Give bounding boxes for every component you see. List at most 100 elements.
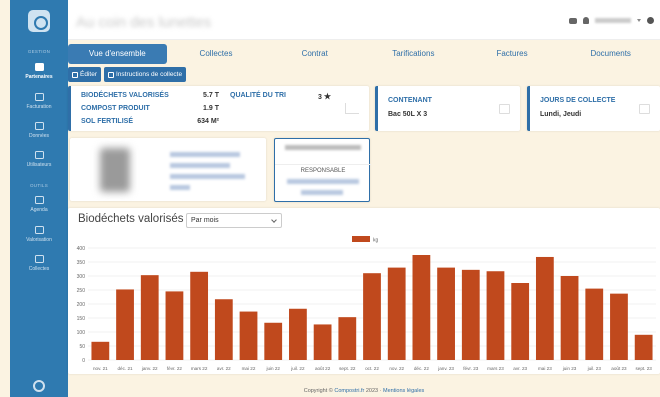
bar bbox=[214, 299, 233, 360]
bar bbox=[116, 289, 134, 360]
truck-icon bbox=[34, 226, 44, 234]
calendar-icon bbox=[34, 196, 44, 204]
tab-documents[interactable]: Documents bbox=[561, 44, 660, 64]
sidebar-item-label: Valorisation bbox=[26, 237, 52, 243]
x-tick-label: févr. 23 bbox=[463, 366, 479, 371]
bar bbox=[486, 271, 505, 360]
chevron-down-icon bbox=[271, 217, 277, 223]
tab-factures[interactable]: Factures bbox=[463, 44, 562, 64]
line-chart-icon bbox=[345, 103, 359, 114]
instructions-button-label: Instructions de collecte bbox=[115, 71, 183, 78]
tab-overview[interactable]: Vue d'ensemble bbox=[68, 44, 167, 64]
partner-avatar bbox=[100, 148, 130, 192]
x-tick-label: avr. 22 bbox=[217, 366, 231, 371]
x-tick-label: août 22 bbox=[315, 366, 331, 371]
chevron-down-icon[interactable] bbox=[637, 19, 641, 22]
users-icon bbox=[34, 151, 44, 159]
bin-icon bbox=[499, 104, 510, 114]
x-tick-label: mars 22 bbox=[191, 366, 208, 371]
bar-chart: kg 0 50 100 150 200 250 300 350 400 nov. 21 déc. 21… bbox=[77, 236, 656, 371]
sidebar-item-facturation[interactable]: Facturation bbox=[10, 93, 68, 110]
x-tick-label: janv. 22 bbox=[141, 366, 158, 371]
y-tick-label: 200 bbox=[77, 302, 86, 308]
stat-quality-value: 3 ★ bbox=[318, 92, 331, 101]
star-icon: ★ bbox=[323, 92, 332, 101]
x-tick-label: nov. 21 bbox=[93, 366, 108, 371]
contact-line bbox=[170, 174, 245, 179]
user-menu[interactable] bbox=[595, 18, 631, 23]
chat-icon[interactable] bbox=[569, 17, 577, 24]
sidebar-item-valorisation[interactable]: Valorisation bbox=[10, 226, 68, 243]
warning-icon bbox=[107, 71, 114, 78]
sidebar-item-label: Données bbox=[28, 133, 49, 139]
y-tick-label: 100 bbox=[77, 330, 86, 336]
instructions-button[interactable]: Instructions de collecte bbox=[103, 67, 187, 82]
bar bbox=[412, 255, 431, 360]
x-tick-label: mai 22 bbox=[242, 366, 256, 371]
edit-icon bbox=[72, 71, 78, 78]
calendar-icon bbox=[639, 104, 650, 114]
legend-label: kg bbox=[373, 238, 379, 244]
footer-prefix: Copyright © bbox=[303, 388, 335, 394]
stat-biodechets-label: BIODÉCHETS VALORISÉS bbox=[81, 92, 169, 99]
app-logo[interactable] bbox=[28, 10, 50, 32]
sidebar-item-donnees[interactable]: Données bbox=[10, 122, 68, 139]
x-tick-label: sept. 23 bbox=[635, 366, 652, 371]
stats-card: BIODÉCHETS VALORISÉS 5.7 T COMPOST PRODU… bbox=[68, 86, 369, 131]
collection-days-value: Lundi, Jeudi bbox=[540, 111, 582, 118]
sidebar-item-partenaires[interactable]: Partenaires bbox=[10, 63, 68, 80]
sidebar-section-gestion: GESTION bbox=[27, 49, 51, 54]
bar bbox=[289, 308, 307, 360]
tab-contrat[interactable]: Contrat bbox=[265, 44, 364, 64]
quality-score: 3 bbox=[318, 94, 322, 101]
bar bbox=[511, 283, 530, 360]
footer: Copyright © Compostri.fr 2023 · Mentions… bbox=[68, 388, 660, 394]
collection-days-card: JOURS DE COLLECTE Lundi, Jeudi bbox=[527, 86, 660, 131]
tab-collectes[interactable]: Collectes bbox=[167, 44, 266, 64]
invoice-icon bbox=[34, 93, 44, 101]
y-tick-label: 0 bbox=[82, 358, 85, 364]
sidebar-item-collectes[interactable]: Collectes bbox=[10, 255, 68, 272]
container-value: Bac 50L X 3 bbox=[388, 111, 428, 118]
x-tick-label: nov. 22 bbox=[389, 366, 404, 371]
container-card: CONTENANT Bac 50L X 3 bbox=[375, 86, 520, 131]
sidebar-section-outils: OUTILS bbox=[29, 183, 49, 188]
responsible-role: RESPONSABLE bbox=[275, 164, 371, 174]
lifebuoy-icon[interactable] bbox=[33, 380, 45, 392]
period-select-value: Par mois bbox=[191, 217, 219, 224]
partner-contact-card bbox=[70, 138, 266, 201]
edit-button[interactable]: Éditer bbox=[68, 67, 101, 82]
legal-notice-link[interactable]: Mentions légales bbox=[383, 388, 424, 394]
bar bbox=[363, 273, 381, 360]
x-tick-label: févr. 22 bbox=[167, 366, 183, 371]
bar bbox=[239, 311, 258, 360]
x-tick-label: déc. 21 bbox=[118, 366, 134, 371]
stat-biodechets-value: 5.7 T bbox=[203, 92, 219, 99]
period-select[interactable]: Par mois bbox=[186, 213, 282, 228]
bar bbox=[313, 324, 332, 360]
y-tick-label: 400 bbox=[77, 246, 86, 252]
x-tick-label: mars 23 bbox=[487, 366, 504, 371]
bell-icon[interactable] bbox=[583, 17, 589, 24]
user-icon[interactable] bbox=[647, 17, 654, 24]
bar bbox=[560, 276, 579, 360]
footer-brand-link[interactable]: Compostri.fr bbox=[334, 388, 364, 394]
x-tick-label: sept. 22 bbox=[339, 366, 356, 371]
sidebar-item-label: Agenda bbox=[30, 207, 48, 213]
sidebar-item-label: Utilisateurs bbox=[26, 162, 52, 168]
bar bbox=[634, 334, 653, 360]
bar bbox=[535, 256, 554, 360]
chart-card: Biodéchets valorisés Par mois kg 0 50 100 15… bbox=[68, 208, 660, 374]
y-tick-label: 250 bbox=[77, 288, 86, 294]
responsible-card: RESPONSABLE bbox=[274, 138, 371, 202]
bar bbox=[165, 291, 184, 360]
sidebar-item-utilisateurs[interactable]: Utilisateurs bbox=[10, 151, 68, 168]
responsible-contact-line bbox=[301, 190, 343, 195]
tab-bar: Vue d'ensemble Collectes Contrat Tarific… bbox=[68, 44, 660, 64]
tab-tarifications[interactable]: Tarifications bbox=[364, 44, 463, 64]
contact-line bbox=[170, 163, 230, 168]
sidebar-item-agenda[interactable]: Agenda bbox=[10, 196, 68, 213]
responsible-name bbox=[285, 145, 361, 150]
stat-sol-value: 634 M² bbox=[197, 118, 219, 125]
bar bbox=[387, 267, 406, 360]
